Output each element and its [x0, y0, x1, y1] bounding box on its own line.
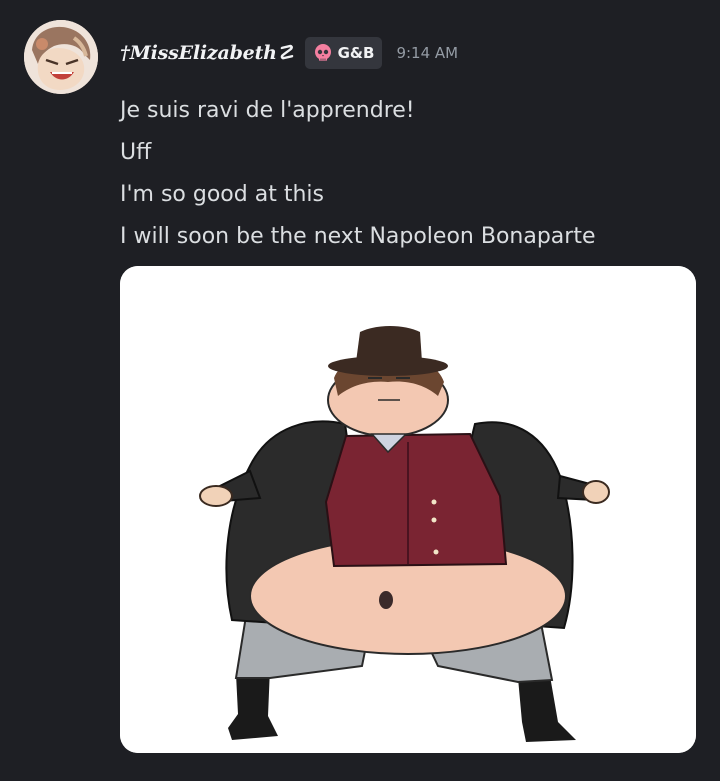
message-line: Je suis ravi de l'apprendre! — [120, 98, 415, 123]
message-line: Uff — [120, 140, 152, 165]
avatar-drawing — [24, 20, 98, 94]
role-tag-label: G&B — [337, 44, 375, 62]
chat-message: †MissElizabeth☡ G&B 9:14 AM Je suis ravi… — [0, 0, 720, 781]
napoleon-drawing — [120, 266, 696, 753]
message-content: Je suis ravi de l'apprendre! Uff I'm so … — [120, 90, 595, 258]
message-timestamp[interactable]: 9:14 AM — [396, 44, 458, 62]
username[interactable]: †MissElizabeth☡ — [120, 42, 294, 64]
message-line: I'm so good at this — [120, 182, 324, 207]
user-avatar[interactable] — [24, 20, 98, 94]
role-tag[interactable]: G&B — [304, 37, 383, 69]
message-header: †MissElizabeth☡ G&B 9:14 AM — [120, 36, 458, 70]
message-line: I will soon be the next Napoleon Bonapar… — [120, 224, 596, 249]
pink-skull-icon — [313, 43, 333, 63]
image-attachment[interactable] — [120, 266, 696, 753]
